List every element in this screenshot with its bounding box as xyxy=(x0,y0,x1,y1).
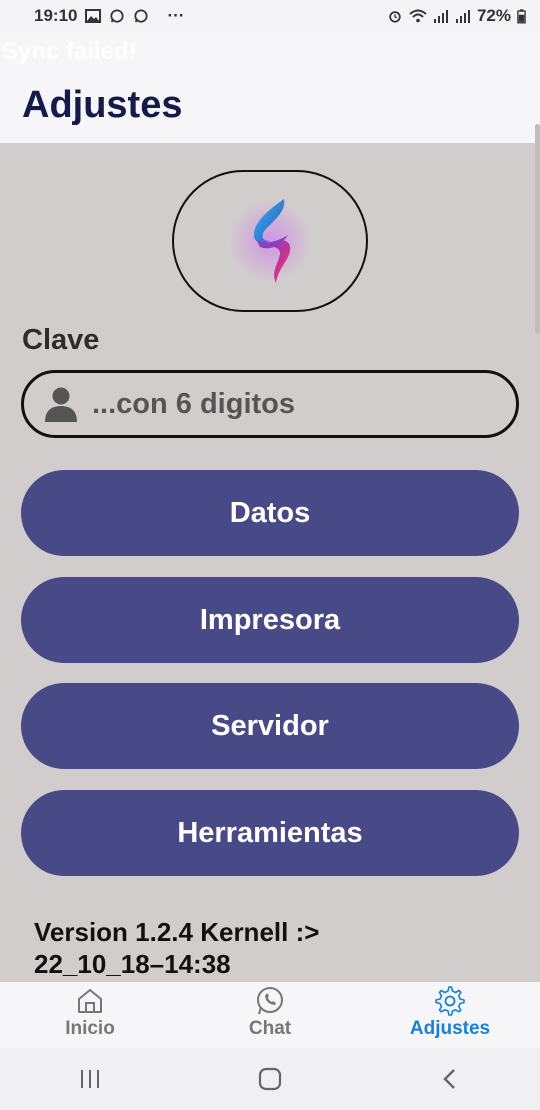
tab-label: Adjustes xyxy=(409,1018,491,1039)
user-icon xyxy=(45,387,77,422)
logo-frame xyxy=(172,170,368,312)
tab-label: Inicio xyxy=(65,1018,115,1039)
wifi-icon xyxy=(409,9,427,23)
app-logo-icon xyxy=(254,199,291,283)
signal-icon xyxy=(433,10,448,23)
more-notifications-icon: ··· xyxy=(167,6,185,25)
tab-adjustes[interactable]: Adjustes xyxy=(360,982,540,1048)
sync-failed-banner: Sync failed! xyxy=(0,32,540,70)
home-circle-icon xyxy=(258,1067,282,1091)
status-time: 19:10 xyxy=(34,6,78,25)
impresora-button[interactable]: Impresora xyxy=(21,577,519,663)
battery-icon xyxy=(517,8,526,23)
whatsapp-icon xyxy=(257,987,283,1015)
app-header: Adjustes xyxy=(0,70,540,143)
datos-button[interactable]: Datos xyxy=(21,470,519,556)
system-nav-bar xyxy=(0,1048,540,1110)
servidor-button[interactable]: Servidor xyxy=(21,683,519,769)
back-icon xyxy=(443,1069,455,1089)
back-button[interactable] xyxy=(420,1059,480,1099)
pin-field[interactable] xyxy=(21,370,519,438)
version-info: Version 1.2.4 Kernell :> 22_10_18–14:38 xyxy=(34,916,354,980)
signal-icon xyxy=(455,10,470,23)
whatsapp-icon xyxy=(110,9,125,23)
battery-percent: 72% xyxy=(476,6,511,25)
scrollbar[interactable] xyxy=(535,124,540,334)
gear-icon xyxy=(435,986,465,1016)
recent-apps-button[interactable] xyxy=(60,1059,120,1099)
version-line: Version 1.2.4 Kernell :> xyxy=(34,917,320,947)
status-bar: 19:10 ··· 72% xyxy=(0,0,540,32)
clave-label: Clave xyxy=(22,324,100,356)
build-timestamp: 22_10_18–14:38 xyxy=(34,949,231,979)
bottom-nav: Inicio Chat Adjustes xyxy=(0,982,540,1048)
tab-chat[interactable]: Chat xyxy=(180,982,360,1048)
tab-inicio[interactable]: Inicio xyxy=(0,982,180,1048)
recent-apps-icon xyxy=(81,1070,99,1088)
tab-label: Chat xyxy=(248,1018,292,1039)
clave-input[interactable] xyxy=(92,387,472,421)
home-icon xyxy=(78,989,102,1013)
home-button[interactable] xyxy=(240,1059,300,1099)
herramientas-button[interactable]: Herramientas xyxy=(21,790,519,876)
gallery-icon xyxy=(85,9,102,23)
alarm-icon xyxy=(389,11,401,23)
whatsapp-icon xyxy=(134,9,149,23)
page-title: Adjustes xyxy=(22,84,183,126)
